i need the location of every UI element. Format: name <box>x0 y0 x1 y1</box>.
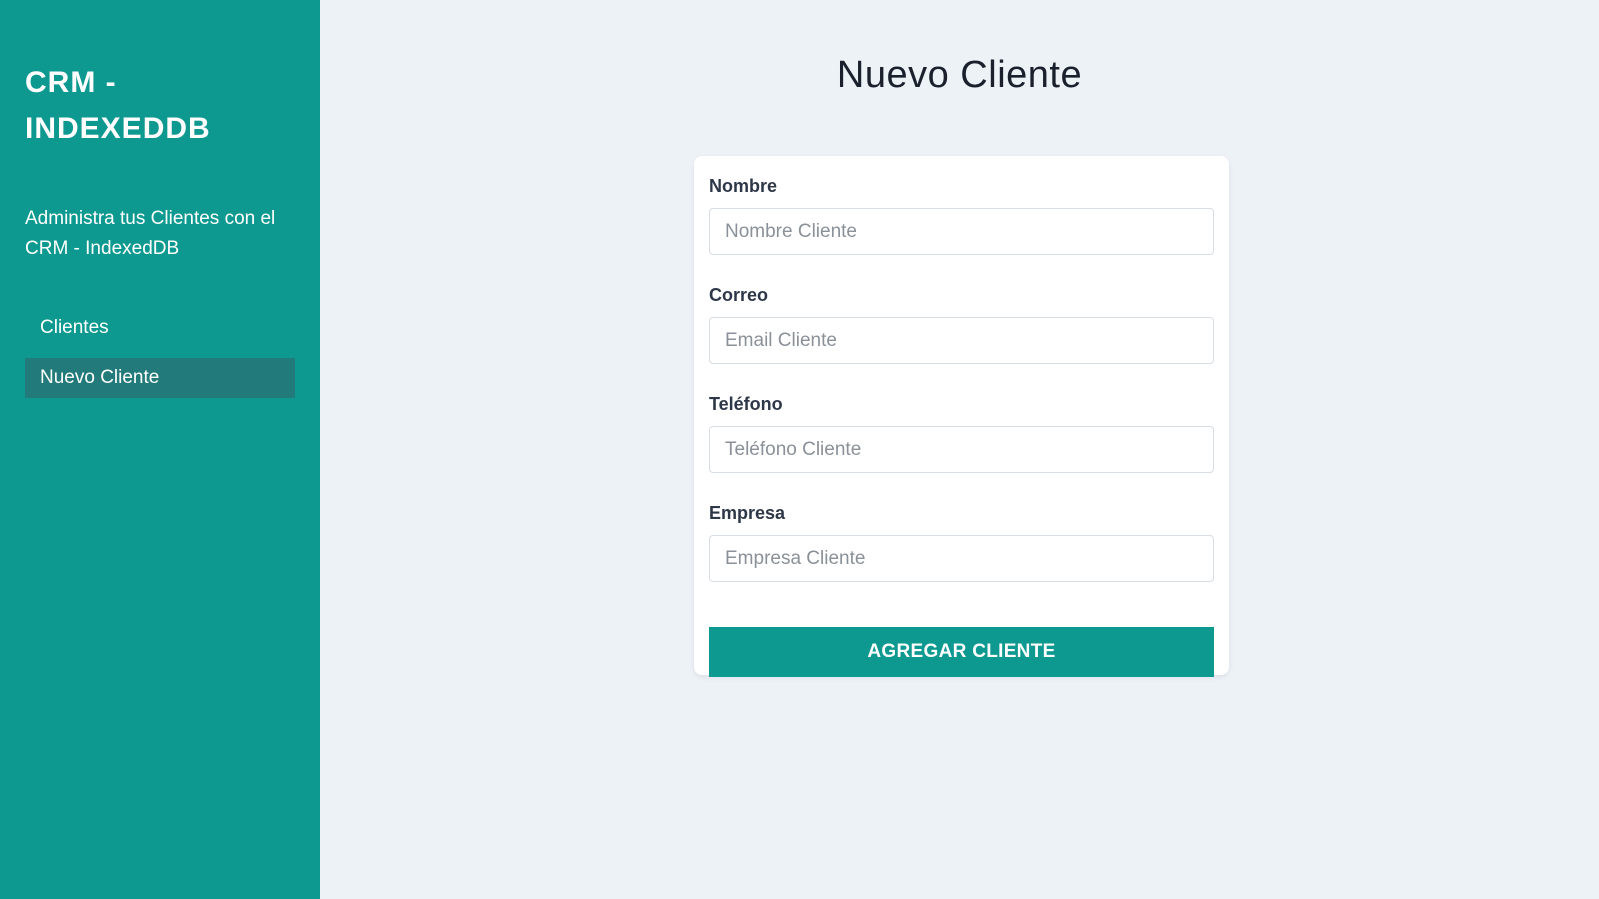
nombre-label: Nombre <box>709 176 778 196</box>
field-telefono: Teléfono <box>709 394 1214 473</box>
new-client-form: Nombre Correo Teléfono Empresa AGREGAR C… <box>694 156 1229 677</box>
empresa-label: Empresa <box>709 503 786 523</box>
app-tagline: Administra tus Clientes con el CRM - Ind… <box>25 208 276 259</box>
sidebar-item-clientes[interactable]: Clientes <box>25 308 295 348</box>
brand-line-2: INDEXEDDB <box>25 112 211 145</box>
email-input[interactable] <box>709 317 1214 364</box>
telefono-label: Teléfono <box>709 394 783 414</box>
field-nombre: Nombre <box>709 176 1214 255</box>
brand-line-1: CRM - <box>25 66 117 99</box>
page-title: Nuevo Cliente <box>836 54 1083 96</box>
telefono-input[interactable] <box>709 426 1214 473</box>
app-brand: CRM - INDEXEDDB <box>25 60 295 152</box>
main-content: Nuevo Cliente Nombre Correo Teléfono Emp… <box>320 0 1599 899</box>
correo-label: Correo <box>709 285 769 305</box>
sidebar-item-nuevo-cliente[interactable]: Nuevo Cliente <box>25 358 295 398</box>
empresa-input[interactable] <box>709 535 1214 582</box>
field-empresa: Empresa <box>709 503 1214 582</box>
sidebar: CRM - INDEXEDDB Administra tus Clientes … <box>0 0 320 899</box>
field-correo: Correo <box>709 285 1214 364</box>
sidebar-nav: Clientes Nuevo Cliente <box>25 308 295 398</box>
nombre-input[interactable] <box>709 208 1214 255</box>
add-client-button[interactable]: AGREGAR CLIENTE <box>709 627 1214 677</box>
